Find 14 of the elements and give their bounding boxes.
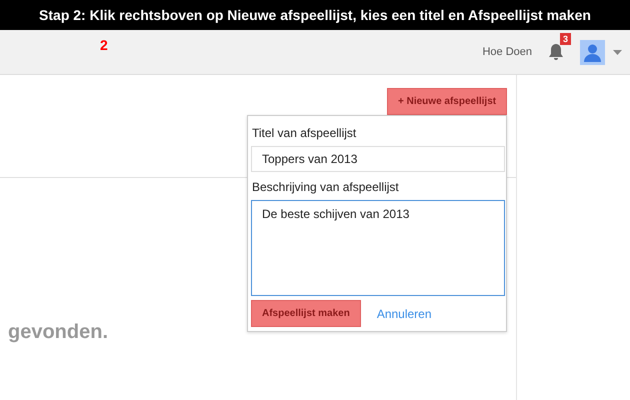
- step-number: 2: [100, 36, 108, 55]
- empty-message: gevonden.: [8, 320, 108, 345]
- cancel-link[interactable]: Annuleren: [376, 304, 432, 322]
- instruction-banner: Stap 2: Klik rechtsboven op Nieuwe afspeellijst, kies een titel en Afspeellijst maken: [0, 0, 630, 30]
- bell-icon[interactable]: [548, 42, 564, 61]
- notification-count: 3: [560, 33, 572, 45]
- help-link[interactable]: Hoe Doen: [482, 44, 532, 60]
- caret-icon[interactable]: [613, 50, 622, 54]
- description-textarea[interactable]: De beste schijven van 2013: [251, 200, 505, 296]
- new-playlist-button[interactable]: + Nieuwe afspeellijst: [387, 88, 508, 115]
- field-label: Beschrijving van afspeellijst: [252, 179, 400, 196]
- title-input[interactable]: Toppers van 2013: [251, 146, 505, 172]
- field-label: Titel van afspeellijst: [252, 125, 358, 142]
- create-playlist-button[interactable]: Afspeellijst maken: [251, 300, 361, 327]
